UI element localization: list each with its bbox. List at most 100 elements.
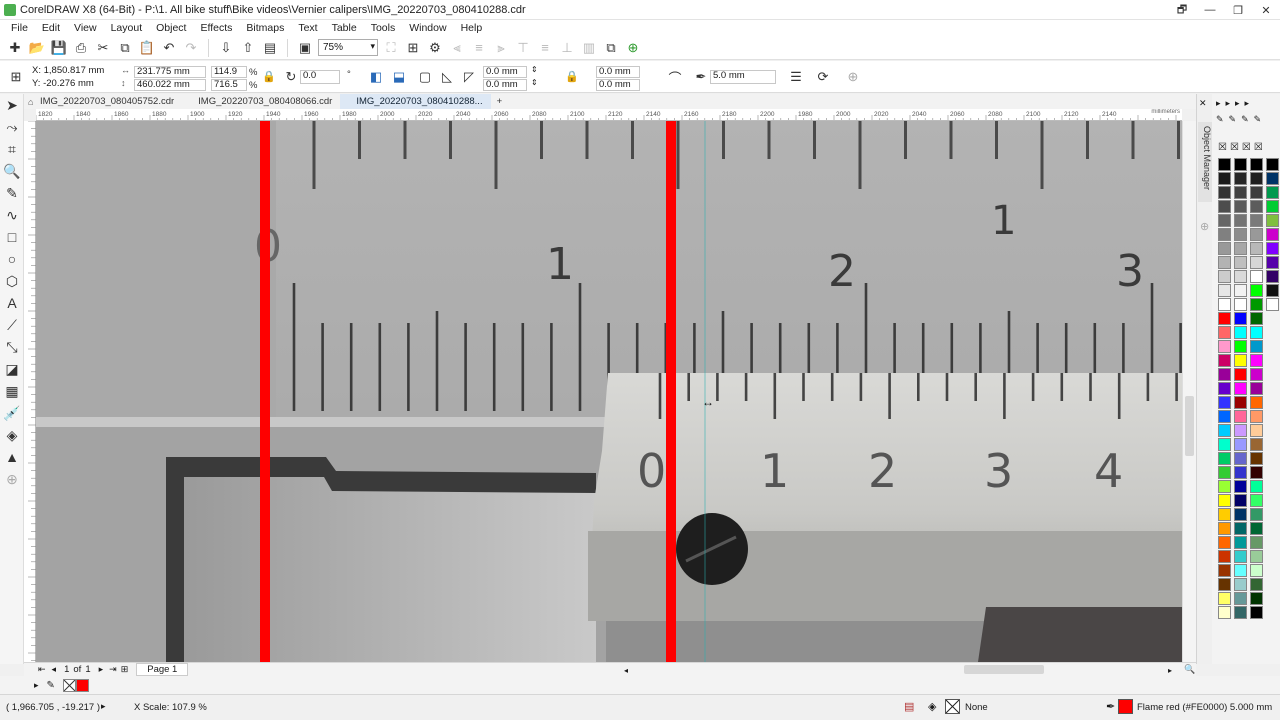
color-swatch[interactable]: [1250, 606, 1263, 619]
spinner-icon[interactable]: ⇕: [531, 65, 538, 74]
color-swatch[interactable]: [1218, 452, 1231, 465]
maximize-button[interactable]: ❐: [1224, 0, 1252, 20]
color-swatch[interactable]: [1250, 578, 1263, 591]
print-icon[interactable]: ⎙: [72, 39, 90, 57]
round-corner-icon[interactable]: ▢: [416, 68, 434, 86]
spinner-icon[interactable]: ⇕: [531, 78, 538, 87]
document-tab-active[interactable]: IMG_20220703_080410288...: [340, 94, 491, 109]
zoom-tool-icon[interactable]: 🔍: [0, 160, 24, 182]
scale-y-field[interactable]: 716.5: [211, 79, 247, 91]
chamfered-corner-icon[interactable]: ◸: [460, 68, 478, 86]
crop-tool-icon[interactable]: ⌗: [0, 138, 24, 160]
add-page-icon[interactable]: ⊞: [121, 664, 129, 675]
color-swatch[interactable]: [1250, 172, 1263, 185]
color-swatch[interactable]: [1234, 228, 1247, 241]
color-swatch[interactable]: [1266, 214, 1279, 227]
color-swatch[interactable]: [1218, 494, 1231, 507]
x-position-field[interactable]: X: 1,850.817 mm: [30, 66, 112, 78]
color-swatch[interactable]: [1250, 452, 1263, 465]
paste-icon[interactable]: 📋: [138, 39, 156, 57]
no-fill-swatch[interactable]: [945, 699, 960, 714]
color-swatch[interactable]: [1218, 564, 1231, 577]
color-swatch[interactable]: [1234, 326, 1247, 339]
color-swatch[interactable]: [1218, 158, 1231, 171]
shape-tool-icon[interactable]: ⤳: [0, 116, 24, 138]
color-swatch[interactable]: [1234, 494, 1247, 507]
color-swatch[interactable]: [1266, 186, 1279, 199]
scalloped-corner-icon[interactable]: ◺: [438, 68, 456, 86]
outline-width-dropdown[interactable]: 5.0 mm: [710, 70, 776, 84]
color-swatch[interactable]: [1250, 284, 1263, 297]
document-tab[interactable]: IMG_20220703_080408066.cdr: [182, 94, 340, 109]
color-swatch[interactable]: [1250, 410, 1263, 423]
color-swatch[interactable]: [1234, 186, 1247, 199]
width-field[interactable]: 231.775 mm: [134, 66, 206, 78]
color-swatch[interactable]: [1218, 550, 1231, 563]
color-swatch[interactable]: [1234, 438, 1247, 451]
scale-x-field[interactable]: 114.9: [211, 66, 247, 78]
color-swatch[interactable]: [1234, 396, 1247, 409]
interactive-fill-icon[interactable]: ◈: [0, 424, 24, 446]
color-swatch[interactable]: [1234, 382, 1247, 395]
add-icon[interactable]: ⊕: [844, 68, 862, 86]
palette-tools-row[interactable]: ▸▸▸▸: [1216, 98, 1254, 109]
mirror-vertical-icon[interactable]: ⬓: [390, 68, 408, 86]
publish-pdf-icon[interactable]: ▤: [261, 39, 279, 57]
color-swatch[interactable]: [1250, 368, 1263, 381]
color-swatch[interactable]: [1250, 200, 1263, 213]
color-swatch[interactable]: [1234, 452, 1247, 465]
color-swatch[interactable]: [1218, 438, 1231, 451]
page-tab[interactable]: Page 1: [136, 663, 189, 676]
color-swatch[interactable]: [1218, 326, 1231, 339]
color-swatch[interactable]: [1218, 172, 1231, 185]
red-swatch[interactable]: [75, 678, 89, 692]
red-line-left[interactable]: [260, 121, 270, 662]
next-page-icon[interactable]: ▸: [99, 664, 104, 675]
menu-effects[interactable]: Effects: [193, 22, 239, 34]
color-swatch[interactable]: [1266, 242, 1279, 255]
height-field[interactable]: 460.022 mm: [134, 79, 206, 91]
color-swatch[interactable]: [1234, 480, 1247, 493]
menu-window[interactable]: Window: [402, 22, 453, 34]
color-swatch[interactable]: [1234, 424, 1247, 437]
color-swatch[interactable]: [1250, 228, 1263, 241]
color-swatch[interactable]: [1234, 592, 1247, 605]
vertical-ruler[interactable]: [24, 120, 36, 662]
close-button[interactable]: ✕: [1252, 0, 1280, 20]
smart-fill-icon[interactable]: ▲: [0, 446, 24, 468]
color-swatch[interactable]: [1250, 186, 1263, 199]
docker-close-icon[interactable]: ✕: [1199, 98, 1207, 109]
menu-text[interactable]: Text: [291, 22, 324, 34]
color-swatch[interactable]: [1234, 270, 1247, 283]
color-swatch[interactable]: [1218, 410, 1231, 423]
color-swatch[interactable]: [1266, 256, 1279, 269]
color-swatch[interactable]: [1218, 592, 1231, 605]
color-swatch[interactable]: [1250, 340, 1263, 353]
color-swatch[interactable]: [1218, 340, 1231, 353]
convert-to-curves-icon[interactable]: ⟳: [814, 68, 832, 86]
save-icon[interactable]: 💾: [50, 39, 68, 57]
color-swatch[interactable]: [1218, 466, 1231, 479]
color-swatch[interactable]: [1218, 214, 1231, 227]
color-swatch[interactable]: [1234, 536, 1247, 549]
app-launcher-icon[interactable]: ▣: [296, 39, 314, 57]
color-swatch[interactable]: [1234, 410, 1247, 423]
eyedropper-icon[interactable]: 💉: [0, 402, 24, 424]
color-swatch[interactable]: [1234, 340, 1247, 353]
color-swatch[interactable]: [1218, 284, 1231, 297]
object-manager-tab[interactable]: Object Manager: [1198, 122, 1212, 202]
connector-tool-icon[interactable]: ⤡: [0, 336, 24, 358]
color-swatch[interactable]: [1218, 242, 1231, 255]
open-folder-icon[interactable]: 📂: [28, 39, 46, 57]
color-swatch[interactable]: [1218, 606, 1231, 619]
artistic-media-icon[interactable]: ∿: [0, 204, 24, 226]
import-icon[interactable]: ⇩: [217, 39, 235, 57]
color-swatch[interactable]: [1250, 382, 1263, 395]
group-icon[interactable]: ⧉: [602, 39, 620, 57]
color-swatch[interactable]: [1218, 382, 1231, 395]
color-swatch[interactable]: [1266, 172, 1279, 185]
color-swatch[interactable]: [1250, 536, 1263, 549]
color-swatch[interactable]: [1218, 522, 1231, 535]
color-swatch[interactable]: [1218, 298, 1231, 311]
corner-radius-top-right[interactable]: 0.0 mm: [596, 66, 640, 78]
